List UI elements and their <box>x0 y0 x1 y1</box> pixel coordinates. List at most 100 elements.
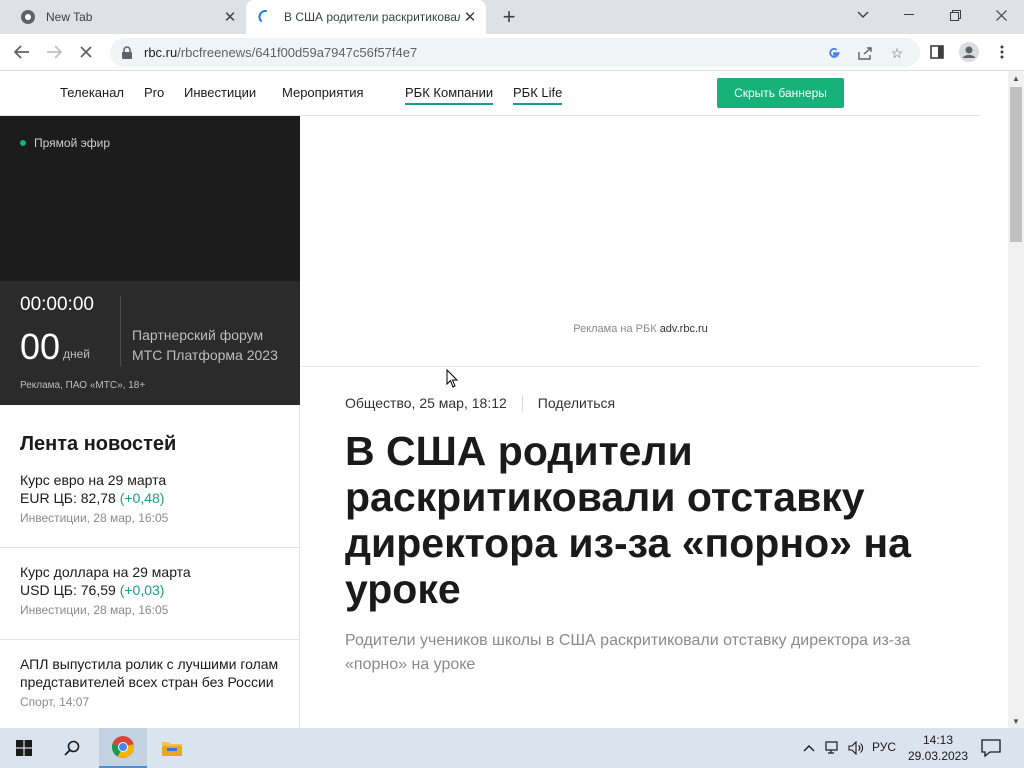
new-tab-button[interactable]: + <box>498 4 520 29</box>
nav-rbc-life[interactable]: РБК Life <box>513 85 563 105</box>
countdown-banner[interactable]: 00:00:00 00 дней Партнерский форум МТС П… <box>0 281 300 405</box>
rate-value: USD ЦБ: 76,59 <box>20 582 116 598</box>
news-item-title: Курс доллара на 29 марта <box>20 564 191 580</box>
menu-button[interactable] <box>989 39 1015 65</box>
notifications-icon[interactable] <box>980 738 1002 758</box>
news-item-meta: Инвестиции, 28 мар, 16:05 <box>20 603 169 617</box>
url-host: rbc.ru <box>144 45 178 60</box>
close-icon[interactable]: ✕ <box>220 7 240 27</box>
scroll-thumb[interactable] <box>1010 87 1022 242</box>
tab-search-button[interactable] <box>840 0 886 30</box>
taskbar-file-explorer[interactable] <box>148 728 196 768</box>
news-item-meta: Инвестиции, 28 мар, 16:05 <box>20 511 169 525</box>
rate-value: EUR ЦБ: 82,78 <box>20 490 116 506</box>
close-window-button[interactable] <box>978 0 1024 30</box>
lock-icon[interactable] <box>120 45 134 60</box>
network-icon[interactable] <box>824 738 842 758</box>
bookmark-star-icon[interactable]: ☆ <box>888 44 906 62</box>
countdown-days-label: дней <box>63 347 91 361</box>
windows-logo-icon <box>16 740 32 756</box>
scroll-up-icon[interactable]: ▲ <box>1008 71 1024 85</box>
partner-line-2: МТС Платформа 2023 <box>132 347 278 363</box>
restore-button[interactable] <box>932 0 978 30</box>
back-button[interactable] <box>9 39 35 65</box>
vertical-scrollbar[interactable]: ▲ ▼ <box>1008 71 1024 728</box>
share-link[interactable]: Поделиться <box>538 395 615 411</box>
share-icon[interactable] <box>856 44 874 62</box>
scroll-down-icon[interactable]: ▼ <box>1008 714 1024 728</box>
tab-strip: New Tab ✕ В США родители раскритиковали … <box>0 0 1024 34</box>
browser-toolbar: rbc.ru/rbcfreenews/641f00d59a7947c56f57f… <box>0 34 1024 71</box>
stop-button[interactable] <box>73 39 99 65</box>
live-label: Прямой эфир <box>34 136 110 150</box>
ad-link[interactable]: adv.rbc.ru <box>660 323 708 335</box>
article-meta: Общество, 25 мар, 18:12 Поделиться <box>345 395 615 411</box>
news-item-rate: USD ЦБ: 76,59 (+0,03) <box>20 581 286 599</box>
show-hidden-icons-button[interactable] <box>800 738 818 758</box>
article-subtitle: Родители учеников школы в США раскритико… <box>345 632 911 673</box>
news-item-title: Курс евро на 29 марта <box>20 472 167 488</box>
article-headline: В США родители раскритиковали отставку д… <box>345 428 911 612</box>
windows-taskbar: РУС 14:13 29.03.2023 <box>0 728 1024 768</box>
ad-caption: Реклама на РБК adv.rbc.ru <box>301 323 980 335</box>
volume-icon[interactable] <box>847 738 865 758</box>
google-translate-icon[interactable] <box>825 44 843 62</box>
clock-time: 14:13 <box>922 733 954 747</box>
nav-events[interactable]: Мероприятия <box>282 85 364 100</box>
taskbar-clock[interactable]: 14:13 29.03.2023 <box>904 732 972 764</box>
page-viewport: Телеканал Pro Инвестиции Мероприятия РБК… <box>0 71 1008 728</box>
close-icon[interactable]: ✕ <box>460 7 480 27</box>
partner-line-1: Партнерский форум <box>132 327 264 343</box>
tab-new-tab[interactable]: New Tab ✕ <box>8 0 246 34</box>
close-icon <box>995 9 1007 21</box>
address-bar[interactable]: rbc.ru/rbcfreenews/641f00d59a7947c56f57f… <box>110 38 920 67</box>
search-icon <box>64 740 80 756</box>
divider <box>120 296 121 366</box>
side-panel-icon <box>930 45 944 59</box>
nav-tv[interactable]: Телеканал <box>60 85 124 100</box>
nav-investments[interactable]: Инвестиции <box>184 85 256 100</box>
article-category-date[interactable]: Общество, 25 мар, 18:12 <box>345 395 507 411</box>
profile-button[interactable] <box>956 39 982 65</box>
tab-title: В США родители раскритиковали <box>284 10 460 24</box>
rate-change: (+0,03) <box>119 582 165 598</box>
search-button[interactable] <box>48 728 96 768</box>
news-item[interactable]: Курс доллара на 29 марта USD ЦБ: 76,59 (… <box>0 563 300 640</box>
avatar-icon <box>959 42 979 62</box>
url-path: /rbcfreenews/641f00d59a7947c56f57f4e7 <box>177 45 418 60</box>
restore-icon <box>949 9 961 21</box>
live-stream-player[interactable]: Прямой эфир <box>0 116 300 281</box>
input-language[interactable]: РУС <box>872 740 896 754</box>
chevron-up-icon <box>803 745 815 752</box>
rate-change: (+0,48) <box>119 490 165 506</box>
news-item-rate: EUR ЦБ: 82,78 (+0,48) <box>20 489 286 507</box>
speaker-icon <box>848 741 863 755</box>
chrome-icon <box>112 736 134 758</box>
loading-spinner-icon <box>258 10 267 22</box>
taskbar-chrome[interactable] <box>99 728 147 768</box>
ad-caption-text: Реклама на РБК <box>573 323 657 335</box>
nav-rbc-companies[interactable]: РБК Компании <box>405 85 494 105</box>
ad-disclaimer: Реклама, ПАО «МТС», 18+ <box>20 380 146 391</box>
mouse-cursor-icon <box>446 369 459 388</box>
side-panel-button[interactable] <box>924 39 950 65</box>
tab-article[interactable]: В США родители раскритиковали ✕ <box>246 0 486 34</box>
nav-pro[interactable]: Pro <box>144 85 164 100</box>
news-item-meta: Спорт, 14:07 <box>20 695 90 709</box>
news-item-title-cont: представителей всех стран без России <box>20 674 274 690</box>
news-feed-title: Лента новостей <box>20 433 177 455</box>
divider <box>521 395 523 411</box>
news-item[interactable]: Курс евро на 29 марта EUR ЦБ: 82,78 (+0,… <box>0 471 300 548</box>
folder-icon <box>162 742 182 756</box>
news-item[interactable]: АПЛ выпустила ролик с лучшими голам пред… <box>0 655 300 728</box>
minimize-button[interactable] <box>886 0 932 30</box>
close-icon <box>80 46 92 58</box>
arrow-left-icon <box>14 45 29 59</box>
google-icon <box>829 48 840 58</box>
hide-banners-button[interactable]: Скрыть баннеры <box>717 78 844 108</box>
start-button[interactable] <box>0 728 48 768</box>
partner-forum-text: Партнерский форум МТС Платформа 2023 <box>132 325 278 365</box>
forward-button[interactable] <box>41 39 67 65</box>
banner-ad-area: Реклама на РБК adv.rbc.ru <box>301 116 980 367</box>
countdown-time: 00:00:00 <box>20 294 94 315</box>
